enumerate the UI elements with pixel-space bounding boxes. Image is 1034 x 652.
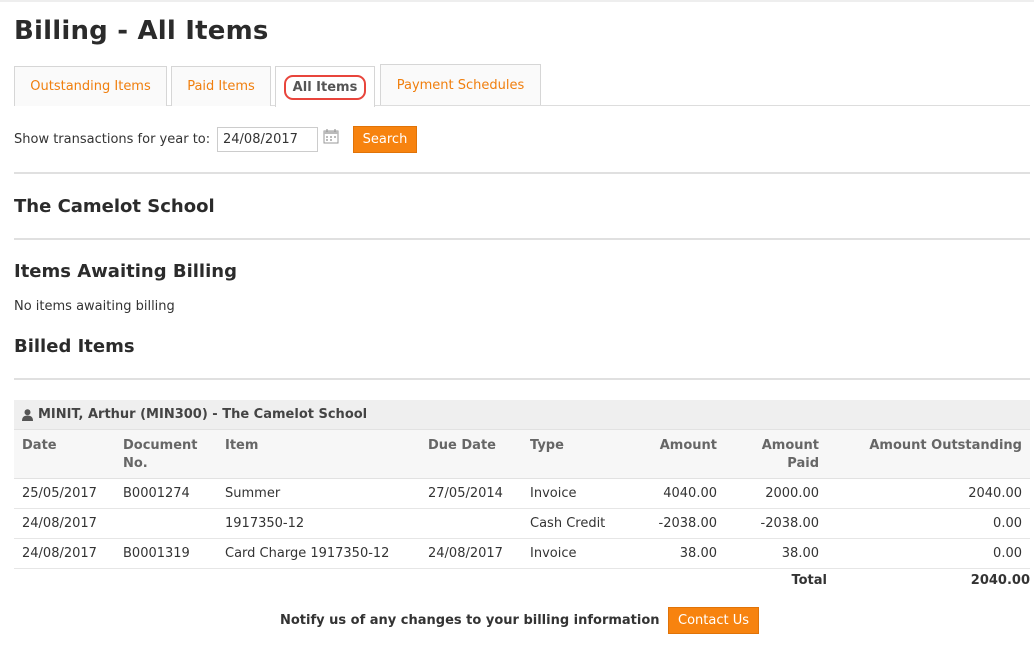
tab-label: Paid Items	[187, 79, 255, 94]
awaiting-heading: Items Awaiting Billing	[14, 261, 237, 282]
student-group-header: MINIT, Arthur (MIN300) - The Camelot Sch…	[14, 400, 1030, 430]
billing-tabs: Outstanding Items Paid Items All Items P…	[14, 64, 1030, 107]
notify-text: Notify us of any changes to your billing…	[280, 613, 660, 628]
divider	[14, 238, 1030, 240]
cell-due-date: 27/05/2014	[428, 486, 503, 501]
cell-amount: 4040.00	[663, 486, 717, 501]
table-row: 24/08/2017 1917350-12 Cash Credit -2038.…	[14, 509, 1030, 539]
cell-amount-paid: 38.00	[781, 546, 819, 561]
awaiting-empty-text: No items awaiting billing	[14, 299, 175, 314]
table-total-row: Total 2040.00	[14, 569, 1030, 593]
calendar-icon[interactable]	[323, 128, 339, 144]
table-row: 24/08/2017 B0001319 Card Charge 1917350-…	[14, 539, 1030, 569]
cell-type: Invoice	[530, 486, 577, 501]
search-button[interactable]: Search	[353, 126, 417, 153]
cell-amount: -2038.00	[658, 516, 717, 531]
col-item: Item	[225, 438, 259, 453]
tab-all-items[interactable]: All Items	[275, 66, 375, 107]
tab-outstanding-items[interactable]: Outstanding Items	[14, 66, 167, 106]
col-amount: Amount	[659, 438, 717, 453]
cell-date: 24/08/2017	[22, 546, 97, 561]
divider	[14, 378, 1030, 380]
table-row: 25/05/2017 B0001274 Summer 27/05/2014 In…	[14, 479, 1030, 509]
tab-paid-items[interactable]: Paid Items	[171, 66, 271, 106]
cell-amount-paid: 2000.00	[765, 486, 819, 501]
cell-amount-outstanding: 0.00	[993, 516, 1022, 531]
student-group-label: MINIT, Arthur (MIN300) - The Camelot Sch…	[38, 407, 368, 422]
divider	[14, 172, 1030, 174]
tab-label: Outstanding Items	[30, 79, 151, 94]
cell-type: Cash Credit	[530, 516, 606, 531]
top-border	[0, 0, 1034, 2]
col-amount-paid: Amount Paid	[761, 438, 819, 471]
col-date: Date	[22, 438, 57, 453]
tab-label: Payment Schedules	[396, 77, 525, 93]
col-document-no: Document No.	[123, 438, 198, 471]
cell-document-no: B0001319	[123, 546, 190, 561]
cell-due-date: 24/08/2017	[428, 546, 503, 561]
tab-payment-schedules[interactable]: Payment Schedules	[380, 64, 541, 105]
total-label: Total	[791, 573, 827, 588]
school-name: The Camelot School	[14, 196, 215, 217]
cell-item: 1917350-12	[225, 516, 305, 531]
col-type: Type	[530, 438, 564, 453]
cell-date: 25/05/2017	[22, 486, 97, 501]
page-title: Billing - All Items	[14, 16, 269, 46]
person-icon	[22, 408, 33, 421]
cell-date: 24/08/2017	[22, 516, 97, 531]
billed-items-table: MINIT, Arthur (MIN300) - The Camelot Sch…	[14, 400, 1030, 593]
cell-amount: 38.00	[679, 546, 717, 561]
cell-amount-outstanding: 2040.00	[968, 486, 1022, 501]
table-header: Date Document No. Item Due Date Type Amo…	[14, 430, 1030, 479]
cell-document-no: B0001274	[123, 486, 190, 501]
year-filter-label: Show transactions for year to:	[14, 132, 211, 147]
cell-type: Invoice	[530, 546, 577, 561]
year-date-input[interactable]	[217, 127, 318, 152]
cell-amount-paid: -2038.00	[760, 516, 819, 531]
billed-heading: Billed Items	[14, 336, 135, 357]
cell-amount-outstanding: 0.00	[993, 546, 1022, 561]
total-value: 2040.00	[970, 573, 1030, 588]
contact-us-button[interactable]: Contact Us	[668, 607, 759, 634]
year-filter: Show transactions for year to: Search	[14, 126, 417, 153]
tab-label: All Items	[283, 74, 367, 100]
col-due-date: Due Date	[428, 438, 496, 453]
cell-item: Card Charge 1917350-12	[225, 546, 390, 561]
col-amount-outstanding: Amount Outstanding	[869, 438, 1022, 453]
cell-item: Summer	[225, 486, 281, 501]
